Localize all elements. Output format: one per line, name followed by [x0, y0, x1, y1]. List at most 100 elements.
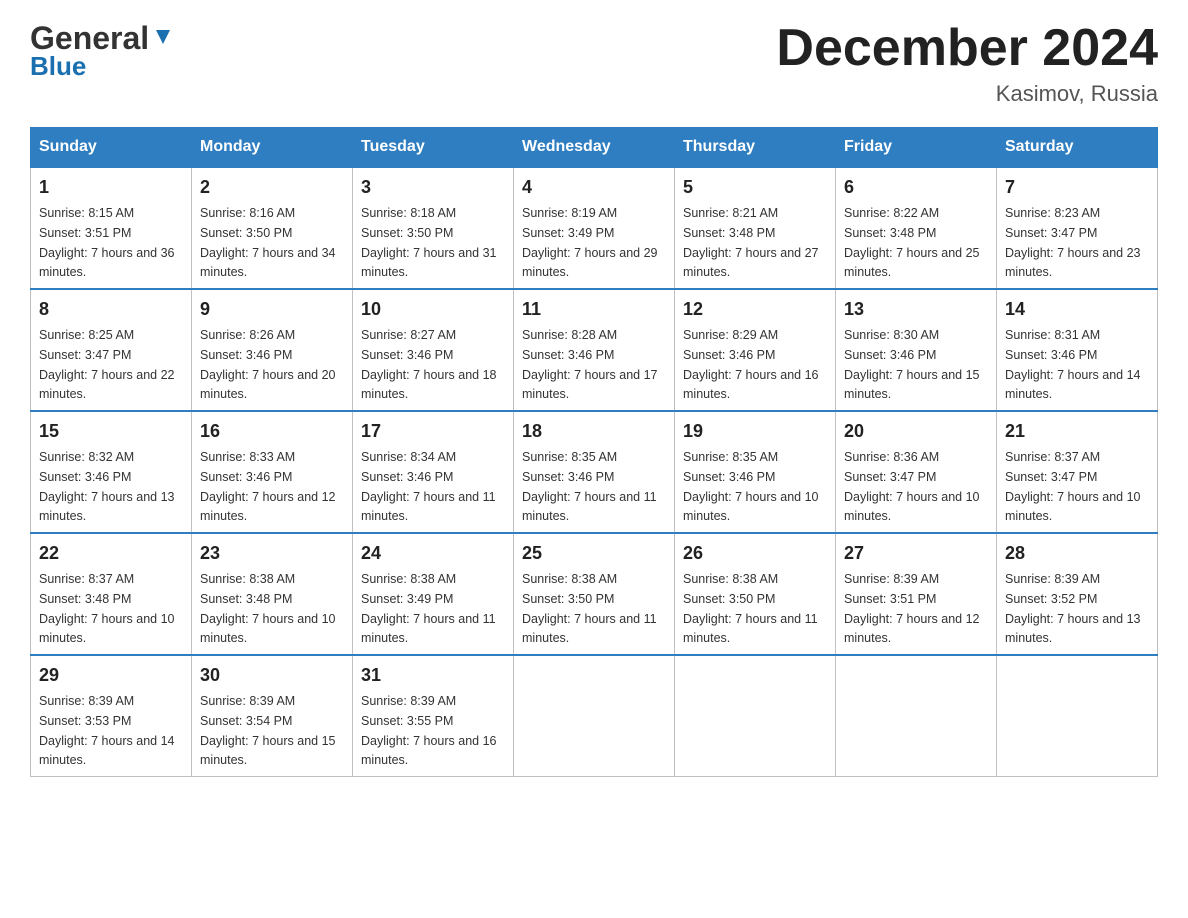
calendar-day-cell: 15 Sunrise: 8:32 AMSunset: 3:46 PMDayligh…: [31, 411, 192, 533]
day-number: 11: [522, 296, 666, 323]
calendar-day-cell: 28 Sunrise: 8:39 AMSunset: 3:52 PMDayligh…: [997, 533, 1158, 655]
calendar-day-cell: 6 Sunrise: 8:22 AMSunset: 3:48 PMDaylight…: [836, 167, 997, 289]
day-number: 7: [1005, 174, 1149, 201]
day-info: Sunrise: 8:30 AMSunset: 3:46 PMDaylight:…: [844, 328, 980, 401]
calendar-day-cell: 30Sunrise: 8:39 AMSunset: 3:54 PMDayligh…: [192, 655, 353, 777]
day-number: 1: [39, 174, 183, 201]
day-info: Sunrise: 8:28 AMSunset: 3:46 PMDaylight:…: [522, 328, 658, 401]
day-info: Sunrise: 8:39 AMSunset: 3:52 PMDaylight:…: [1005, 572, 1141, 645]
calendar-day-cell: 8 Sunrise: 8:25 AMSunset: 3:47 PMDaylight…: [31, 289, 192, 411]
day-number: 17: [361, 418, 505, 445]
page-title: December 2024: [776, 20, 1158, 77]
day-number: 20: [844, 418, 988, 445]
day-number: 19: [683, 418, 827, 445]
day-info: Sunrise: 8:21 AMSunset: 3:48 PMDaylight:…: [683, 206, 819, 279]
calendar-day-cell: 12 Sunrise: 8:29 AMSunset: 3:46 PMDayligh…: [675, 289, 836, 411]
day-info: Sunrise: 8:32 AMSunset: 3:46 PMDaylight:…: [39, 450, 175, 523]
day-info: Sunrise: 8:39 AMSunset: 3:51 PMDaylight:…: [844, 572, 980, 645]
calendar-week-row: 22Sunrise: 8:37 AMSunset: 3:48 PMDayligh…: [31, 533, 1158, 655]
day-info: Sunrise: 8:18 AMSunset: 3:50 PMDaylight:…: [361, 206, 497, 279]
day-info: Sunrise: 8:19 AMSunset: 3:49 PMDaylight:…: [522, 206, 658, 279]
calendar-day-cell: 25 Sunrise: 8:38 AMSunset: 3:50 PMDayligh…: [514, 533, 675, 655]
day-number: 26: [683, 540, 827, 567]
day-number: 25: [522, 540, 666, 567]
logo-blue-text: Blue: [30, 51, 86, 82]
calendar-day-cell: 23Sunrise: 8:38 AMSunset: 3:48 PMDayligh…: [192, 533, 353, 655]
day-info: Sunrise: 8:39 AMSunset: 3:53 PMDaylight:…: [39, 694, 175, 767]
day-number: 10: [361, 296, 505, 323]
logo-arrow-icon: [152, 26, 174, 53]
day-info: Sunrise: 8:38 AMSunset: 3:50 PMDaylight:…: [522, 572, 657, 645]
day-number: 18: [522, 418, 666, 445]
page-subtitle: Kasimov, Russia: [776, 81, 1158, 107]
day-number: 28: [1005, 540, 1149, 567]
calendar-day-cell: 14Sunrise: 8:31 AMSunset: 3:46 PMDayligh…: [997, 289, 1158, 411]
day-of-week-header: Tuesday: [353, 128, 514, 168]
day-info: Sunrise: 8:23 AMSunset: 3:47 PMDaylight:…: [1005, 206, 1141, 279]
day-number: 27: [844, 540, 988, 567]
day-of-week-header: Wednesday: [514, 128, 675, 168]
day-number: 3: [361, 174, 505, 201]
day-of-week-header: Saturday: [997, 128, 1158, 168]
calendar-day-cell: 31Sunrise: 8:39 AMSunset: 3:55 PMDayligh…: [353, 655, 514, 777]
day-info: Sunrise: 8:38 AMSunset: 3:48 PMDaylight:…: [200, 572, 336, 645]
day-of-week-header: Monday: [192, 128, 353, 168]
day-info: Sunrise: 8:34 AMSunset: 3:46 PMDaylight:…: [361, 450, 496, 523]
day-info: Sunrise: 8:33 AMSunset: 3:46 PMDaylight:…: [200, 450, 336, 523]
calendar-day-cell: 29Sunrise: 8:39 AMSunset: 3:53 PMDayligh…: [31, 655, 192, 777]
day-number: 8: [39, 296, 183, 323]
day-info: Sunrise: 8:38 AMSunset: 3:49 PMDaylight:…: [361, 572, 496, 645]
day-of-week-header: Thursday: [675, 128, 836, 168]
page-header: General Blue December 2024 Kasimov, Russ…: [30, 20, 1158, 107]
calendar-body: 1Sunrise: 8:15 AMSunset: 3:51 PMDaylight…: [31, 167, 1158, 777]
day-number: 6: [844, 174, 988, 201]
calendar-week-row: 29Sunrise: 8:39 AMSunset: 3:53 PMDayligh…: [31, 655, 1158, 777]
calendar-day-cell: 7 Sunrise: 8:23 AMSunset: 3:47 PMDaylight…: [997, 167, 1158, 289]
calendar-day-cell: 21Sunrise: 8:37 AMSunset: 3:47 PMDayligh…: [997, 411, 1158, 533]
day-info: Sunrise: 8:35 AMSunset: 3:46 PMDaylight:…: [522, 450, 657, 523]
day-info: Sunrise: 8:37 AMSunset: 3:48 PMDaylight:…: [39, 572, 175, 645]
calendar-day-cell: 4 Sunrise: 8:19 AMSunset: 3:49 PMDaylight…: [514, 167, 675, 289]
calendar-day-cell: 27 Sunrise: 8:39 AMSunset: 3:51 PMDayligh…: [836, 533, 997, 655]
calendar-day-cell: 24Sunrise: 8:38 AMSunset: 3:49 PMDayligh…: [353, 533, 514, 655]
calendar-week-row: 15 Sunrise: 8:32 AMSunset: 3:46 PMDayligh…: [31, 411, 1158, 533]
calendar-day-cell: [836, 655, 997, 777]
day-info: Sunrise: 8:35 AMSunset: 3:46 PMDaylight:…: [683, 450, 819, 523]
day-info: Sunrise: 8:39 AMSunset: 3:54 PMDaylight:…: [200, 694, 336, 767]
calendar-day-cell: 2Sunrise: 8:16 AMSunset: 3:50 PMDaylight…: [192, 167, 353, 289]
day-number: 2: [200, 174, 344, 201]
day-info: Sunrise: 8:29 AMSunset: 3:46 PMDaylight:…: [683, 328, 819, 401]
calendar-day-cell: 5Sunrise: 8:21 AMSunset: 3:48 PMDaylight…: [675, 167, 836, 289]
calendar-day-cell: 18 Sunrise: 8:35 AMSunset: 3:46 PMDayligh…: [514, 411, 675, 533]
calendar-table: SundayMondayTuesdayWednesdayThursdayFrid…: [30, 127, 1158, 777]
day-of-week-header: Friday: [836, 128, 997, 168]
calendar-day-cell: 19 Sunrise: 8:35 AMSunset: 3:46 PMDayligh…: [675, 411, 836, 533]
day-info: Sunrise: 8:22 AMSunset: 3:48 PMDaylight:…: [844, 206, 980, 279]
day-info: Sunrise: 8:36 AMSunset: 3:47 PMDaylight:…: [844, 450, 980, 523]
day-number: 4: [522, 174, 666, 201]
calendar-day-cell: 1Sunrise: 8:15 AMSunset: 3:51 PMDaylight…: [31, 167, 192, 289]
day-number: 13: [844, 296, 988, 323]
calendar-day-cell: 22Sunrise: 8:37 AMSunset: 3:48 PMDayligh…: [31, 533, 192, 655]
day-info: Sunrise: 8:38 AMSunset: 3:50 PMDaylight:…: [683, 572, 818, 645]
calendar-day-cell: [675, 655, 836, 777]
calendar-week-row: 8 Sunrise: 8:25 AMSunset: 3:47 PMDaylight…: [31, 289, 1158, 411]
day-of-week-header: Sunday: [31, 128, 192, 168]
day-number: 12: [683, 296, 827, 323]
calendar-day-cell: [514, 655, 675, 777]
title-block: December 2024 Kasimov, Russia: [776, 20, 1158, 107]
day-info: Sunrise: 8:26 AMSunset: 3:46 PMDaylight:…: [200, 328, 336, 401]
day-number: 15: [39, 418, 183, 445]
day-info: Sunrise: 8:25 AMSunset: 3:47 PMDaylight:…: [39, 328, 175, 401]
day-info: Sunrise: 8:27 AMSunset: 3:46 PMDaylight:…: [361, 328, 497, 401]
calendar-day-cell: [997, 655, 1158, 777]
day-info: Sunrise: 8:31 AMSunset: 3:46 PMDaylight:…: [1005, 328, 1141, 401]
calendar-day-cell: 9 Sunrise: 8:26 AMSunset: 3:46 PMDaylight…: [192, 289, 353, 411]
day-info: Sunrise: 8:37 AMSunset: 3:47 PMDaylight:…: [1005, 450, 1141, 523]
day-number: 9: [200, 296, 344, 323]
calendar-day-cell: 11 Sunrise: 8:28 AMSunset: 3:46 PMDayligh…: [514, 289, 675, 411]
calendar-day-cell: 26 Sunrise: 8:38 AMSunset: 3:50 PMDayligh…: [675, 533, 836, 655]
calendar-header: SundayMondayTuesdayWednesdayThursdayFrid…: [31, 128, 1158, 168]
calendar-day-cell: 13 Sunrise: 8:30 AMSunset: 3:46 PMDayligh…: [836, 289, 997, 411]
logo: General Blue: [30, 20, 174, 82]
